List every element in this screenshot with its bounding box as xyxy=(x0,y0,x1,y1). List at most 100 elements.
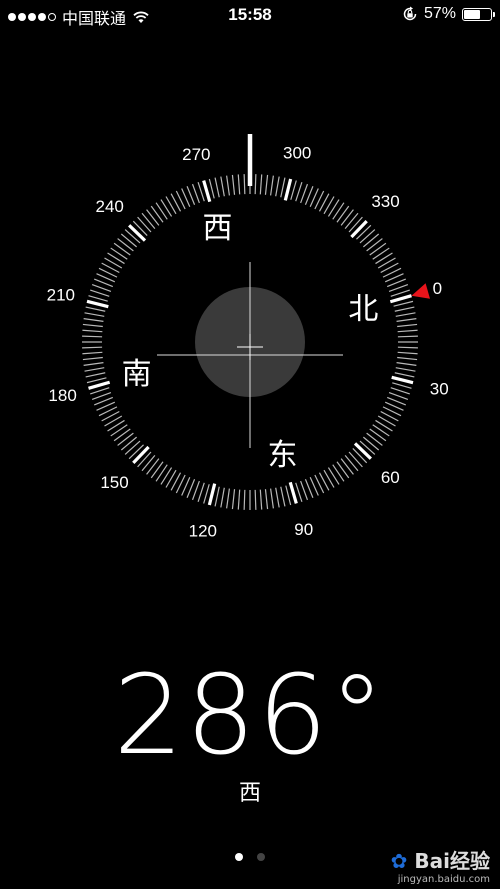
cardinal-west: 西 xyxy=(203,211,233,246)
degree-label: 120 xyxy=(189,522,217,541)
minor-tick xyxy=(285,485,292,506)
minor-tick xyxy=(396,362,417,366)
minor-tick xyxy=(259,174,263,195)
degree-label: 180 xyxy=(48,386,76,405)
minor-tick xyxy=(160,467,173,485)
degree-label: 210 xyxy=(47,285,75,304)
minor-tick xyxy=(270,488,274,509)
cardinal-south: 南 xyxy=(122,357,152,392)
minor-tick xyxy=(348,451,363,468)
minor-tick xyxy=(254,489,257,510)
minor-tick xyxy=(110,424,128,437)
major-tick xyxy=(353,442,372,460)
minor-tick xyxy=(366,238,383,252)
minor-tick xyxy=(237,174,241,195)
minor-tick xyxy=(397,335,418,338)
minor-tick xyxy=(300,480,309,501)
page-dot[interactable] xyxy=(257,853,265,861)
minor-tick xyxy=(336,205,350,223)
cardinal-north: 北 xyxy=(348,292,378,327)
minor-tick xyxy=(220,487,225,508)
minor-tick xyxy=(82,335,103,338)
major-tick xyxy=(128,224,147,242)
minor-tick xyxy=(82,351,103,355)
minor-tick xyxy=(395,312,416,317)
minor-tick xyxy=(396,318,417,322)
heading-direction: 西 xyxy=(238,781,261,806)
minor-tick xyxy=(300,183,309,204)
minor-tick xyxy=(84,312,105,317)
degree-label: 60 xyxy=(381,468,400,487)
major-tick xyxy=(207,483,217,506)
minor-tick xyxy=(83,362,104,366)
minor-tick xyxy=(117,238,134,252)
minor-tick xyxy=(107,419,125,432)
minor-tick xyxy=(120,436,138,451)
minor-tick xyxy=(137,216,152,233)
major-tick xyxy=(202,180,212,203)
watermark-url: jingyan.baidu.com xyxy=(397,874,490,885)
minor-tick xyxy=(359,229,376,244)
minor-tick xyxy=(191,480,200,501)
major-tick xyxy=(86,299,109,309)
north-marker-icon xyxy=(411,283,430,299)
minor-tick xyxy=(113,428,131,442)
minor-tick xyxy=(84,367,105,372)
minor-tick xyxy=(270,175,274,196)
minor-tick xyxy=(362,233,380,248)
minor-tick xyxy=(155,464,168,482)
minor-tick xyxy=(280,177,286,198)
minor-tick xyxy=(120,233,138,248)
minor-tick xyxy=(90,289,110,297)
minor-tick xyxy=(220,176,225,197)
degree-label: 240 xyxy=(96,197,124,216)
minor-tick xyxy=(397,356,418,361)
minor-tick xyxy=(231,489,236,510)
cardinal-east: 东 xyxy=(268,438,298,473)
minor-tick xyxy=(388,283,409,292)
paw-icon: ✿ xyxy=(390,849,408,873)
minor-tick xyxy=(362,436,380,451)
minor-tick xyxy=(264,174,269,195)
minor-tick xyxy=(280,486,286,507)
minor-tick xyxy=(388,392,409,401)
minor-tick xyxy=(340,209,354,226)
minor-tick xyxy=(369,428,387,442)
major-tick xyxy=(88,380,111,390)
minor-tick xyxy=(85,306,106,312)
minor-tick xyxy=(117,432,134,446)
minor-tick xyxy=(226,488,230,509)
minor-tick xyxy=(394,372,415,378)
minor-tick xyxy=(107,252,125,265)
minor-tick xyxy=(392,382,412,389)
minor-tick xyxy=(259,489,263,510)
minor-tick xyxy=(150,461,164,479)
minor-tick xyxy=(155,202,168,220)
minor-tick xyxy=(237,489,241,510)
minor-tick xyxy=(397,351,418,355)
minor-tick xyxy=(344,212,359,230)
minor-tick xyxy=(141,212,156,230)
watermark: ✿ Bai经验 jingyan.baidu.com xyxy=(391,845,490,885)
minor-tick xyxy=(124,440,141,455)
degree-label: 90 xyxy=(294,520,313,539)
minor-tick xyxy=(394,306,415,312)
minor-tick xyxy=(231,174,236,195)
minor-tick xyxy=(372,424,390,437)
minor-tick xyxy=(375,419,393,432)
minor-tick xyxy=(327,199,340,217)
minor-tick xyxy=(397,346,418,349)
minor-tick xyxy=(375,252,393,265)
minor-tick xyxy=(340,458,354,475)
major-tick xyxy=(350,220,368,239)
minor-tick xyxy=(82,329,103,333)
minor-tick xyxy=(372,247,390,260)
page-dot[interactable] xyxy=(235,853,243,861)
minor-tick xyxy=(295,182,303,202)
major-tick xyxy=(389,294,412,304)
minor-tick xyxy=(82,356,103,361)
minor-tick xyxy=(110,247,128,260)
minor-tick xyxy=(366,432,383,446)
minor-tick xyxy=(332,202,345,220)
compass-dial[interactable]: 北 东 南 西 0 30 60 90 120 150 180 210 240 270 300 330 xyxy=(0,0,500,640)
